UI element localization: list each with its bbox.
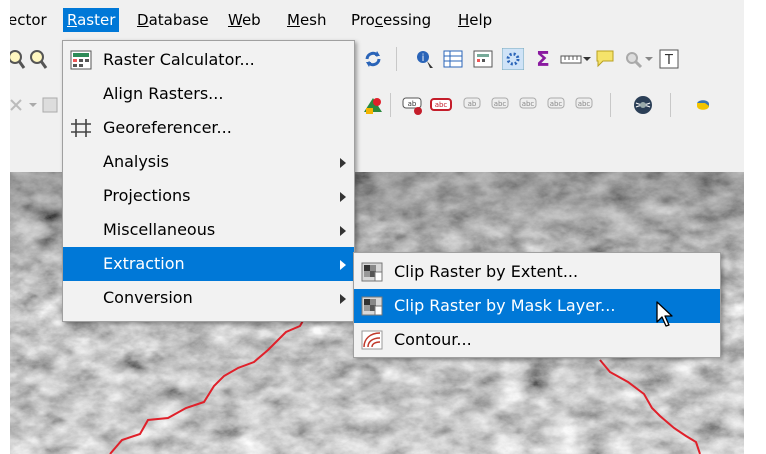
- miscellaneous-item[interactable]: Miscellaneous: [63, 213, 354, 247]
- menu-processing[interactable]: Processing: [347, 8, 435, 32]
- svg-text:abc: abc: [435, 101, 448, 109]
- zoom-out-icon[interactable]: [26, 48, 48, 70]
- analysis-item[interactable]: Analysis: [63, 145, 354, 179]
- text-annotation-icon[interactable]: T: [658, 48, 680, 70]
- projections-item[interactable]: Projections: [63, 179, 354, 213]
- svg-text:abc: abc: [494, 100, 507, 108]
- raster-menu: Raster Calculator... Align Rasters... Ge…: [62, 40, 355, 322]
- chevron-down-icon[interactable]: [644, 48, 654, 70]
- processing-toolbox-icon[interactable]: [502, 48, 524, 70]
- raster-calculator-icon: [70, 50, 92, 70]
- svg-text:ab: ab: [408, 100, 417, 108]
- submenu-arrow-icon: [340, 192, 346, 202]
- svg-text:ab: ab: [468, 100, 477, 108]
- close-icon[interactable]: [10, 94, 28, 116]
- toolbar-separator: [610, 93, 611, 117]
- label-tool-icon[interactable]: [362, 94, 384, 116]
- georeferencer-icon: [71, 119, 91, 137]
- map-tips-icon[interactable]: [594, 48, 616, 70]
- toolbar-separator: [396, 47, 397, 71]
- menu-help[interactable]: Help: [454, 8, 496, 32]
- menubar: ector Raster Database Web Mesh Processin…: [10, 0, 744, 35]
- chevron-down-icon[interactable]: [582, 48, 592, 70]
- extraction-item[interactable]: Extraction: [63, 247, 354, 281]
- align-rasters-item[interactable]: Align Rasters...: [63, 77, 354, 111]
- clip-raster-extent-icon: [361, 262, 383, 282]
- measure-icon[interactable]: [560, 48, 582, 70]
- mouse-pointer-icon: [656, 301, 673, 327]
- svg-text:Σ: Σ: [536, 48, 550, 70]
- menu-raster[interactable]: Raster: [63, 8, 120, 32]
- svg-text:T: T: [664, 53, 673, 68]
- qgis-window: ector Raster Database Web Mesh Processin…: [10, 0, 744, 454]
- submenu-arrow-icon: [340, 294, 346, 304]
- label-rotate-icon[interactable]: abc: [518, 94, 540, 116]
- label-show-icon[interactable]: abc: [490, 94, 512, 116]
- contour-icon: [361, 330, 383, 350]
- chevron-down-icon[interactable]: [28, 94, 38, 116]
- svg-text:abc: abc: [550, 100, 563, 108]
- menu-vector[interactable]: ector: [10, 8, 51, 32]
- svg-text:abc: abc: [522, 100, 535, 108]
- statistics-sum-icon[interactable]: Σ: [532, 48, 554, 70]
- clip-raster-mask-icon: [361, 296, 383, 316]
- clip-raster-by-extent-item[interactable]: Clip Raster by Extent...: [354, 255, 720, 289]
- attribute-table-icon[interactable]: [442, 48, 464, 70]
- submenu-arrow-icon: [340, 226, 346, 236]
- conversion-item[interactable]: Conversion: [63, 281, 354, 315]
- menu-database[interactable]: Database: [133, 8, 213, 32]
- label-properties-icon[interactable]: abc: [574, 94, 596, 116]
- raster-calculator-item[interactable]: Raster Calculator...: [63, 43, 354, 77]
- submenu-arrow-icon: [340, 158, 346, 168]
- menu-mesh[interactable]: Mesh: [283, 8, 331, 32]
- label-pin-icon[interactable]: ab: [402, 94, 424, 116]
- label-move-icon[interactable]: ab: [462, 94, 484, 116]
- georeferencer-item[interactable]: Georeferencer...: [63, 111, 354, 145]
- toolbar-separator: [390, 93, 391, 117]
- python-icon[interactable]: [692, 94, 714, 116]
- svg-text:abc: abc: [578, 100, 591, 108]
- zoom-in-icon[interactable]: [10, 48, 26, 70]
- locator-search-icon[interactable]: [622, 48, 644, 70]
- globe-icon[interactable]: [632, 94, 654, 116]
- menu-web[interactable]: Web: [224, 8, 265, 32]
- field-calculator-icon[interactable]: [472, 48, 494, 70]
- refresh-icon[interactable]: [362, 48, 384, 70]
- label-highlight-icon[interactable]: abc: [430, 94, 452, 116]
- submenu-arrow-icon: [340, 260, 346, 270]
- label-change-icon[interactable]: abc: [546, 94, 568, 116]
- identify-icon[interactable]: i: [414, 48, 436, 70]
- svg-text:i: i: [422, 53, 425, 64]
- toolbar-separator: [670, 93, 671, 117]
- digitize-icon[interactable]: [40, 94, 62, 116]
